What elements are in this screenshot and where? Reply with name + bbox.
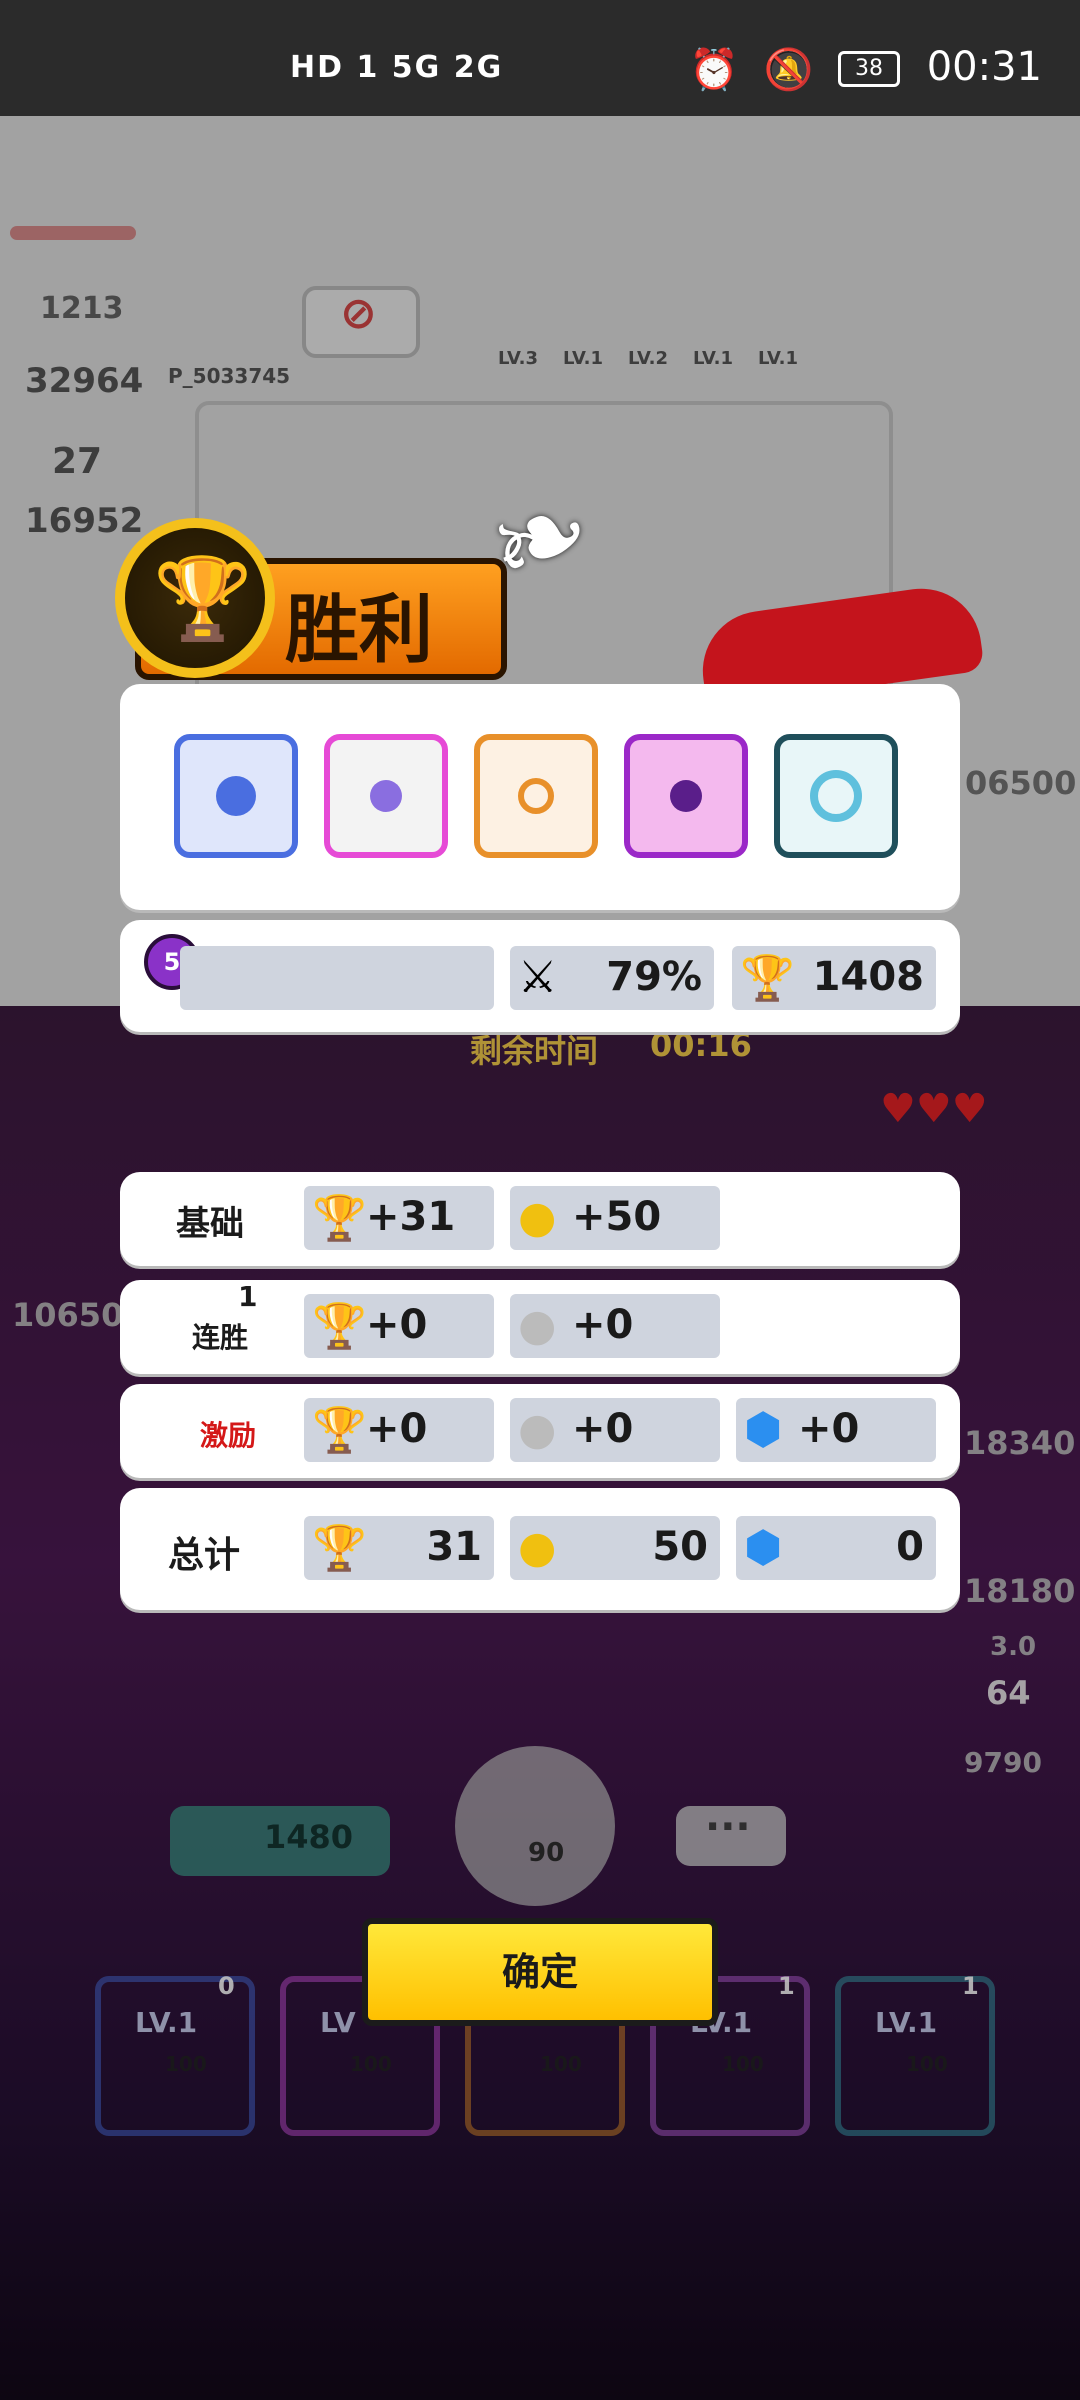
- streak-trophy-pill: 🏆 +0: [304, 1294, 494, 1358]
- reward-label-basic: 基础: [176, 1204, 244, 1244]
- confirm-button[interactable]: 确定: [362, 1918, 718, 2026]
- reward-row-streak: 连胜 1 🏆 +0 ● +0: [120, 1280, 960, 1374]
- victory-banner: 🏆 胜利: [75, 508, 507, 680]
- mute-icon: 🔕: [763, 46, 814, 93]
- trophy-total: 1408: [812, 954, 924, 1000]
- reward-label-streak: 连胜: [192, 1321, 249, 1354]
- streak-trophy-value: +0: [366, 1302, 428, 1348]
- trophy-medal-icon: 🏆: [115, 518, 275, 678]
- reward-row-total: 总计 🏆 31 ● 50 ⬢ 0: [120, 1488, 960, 1610]
- gem-icon: ⬢: [744, 1522, 783, 1573]
- bonus-gem-value: +0: [798, 1406, 860, 1452]
- win-rate-pill: ⚔ 79%: [510, 946, 714, 1010]
- coin-icon: ●: [518, 1192, 557, 1243]
- basic-trophy-pill: 🏆 +31: [304, 1186, 494, 1250]
- coin-icon: ●: [518, 1522, 557, 1573]
- coin-silver-icon: ●: [518, 1300, 557, 1351]
- bonus-gem-pill: ⬢ +0: [736, 1398, 936, 1462]
- dice-deck-panel: [120, 684, 960, 910]
- dice-magenta-arrow-pip: [670, 780, 702, 812]
- trophy-icon: 🏆: [740, 953, 795, 1004]
- dice-gear-blue: [174, 734, 298, 858]
- trophy-icon: 🏆: [312, 1193, 367, 1244]
- status-right: ⏰ 🔕 38 00:31: [689, 44, 1042, 93]
- streak-count: 1: [238, 1280, 258, 1313]
- dice-orange-target: [474, 734, 598, 858]
- trophy-silver-icon: 🏆: [312, 1301, 367, 1352]
- basic-trophy-value: +31: [366, 1194, 456, 1240]
- total-coin-pill: ● 50: [510, 1516, 720, 1580]
- total-trophy-pill: 🏆 31: [304, 1516, 494, 1580]
- dice-gear-blue-pip: [216, 776, 256, 816]
- stats-panel: 5 ⚔ 79% 🏆 1408: [120, 920, 960, 1032]
- dice-rainbow-pip: [370, 780, 402, 812]
- dice-magenta-arrow: [624, 734, 748, 858]
- victory-title: 胜利: [285, 587, 433, 673]
- coin-silver-icon: ●: [518, 1404, 557, 1455]
- basic-coin-value: +50: [572, 1194, 662, 1240]
- alarm-icon: ⏰: [688, 46, 739, 93]
- dice-ice-swirl-spiral: [810, 770, 862, 822]
- confirm-label: 确定: [501, 1950, 578, 1994]
- reward-row-bonus: 激励 🏆 +0 ● +0 ⬢ +0: [120, 1384, 960, 1478]
- network-indicators: HD 1 5G 2G: [290, 50, 504, 85]
- rank-progress-bar: [180, 946, 494, 1010]
- streak-coin-value: +0: [572, 1302, 634, 1348]
- reward-row-basic: 基础 🏆 +31 ● +50: [120, 1172, 960, 1266]
- bonus-trophy-value: +0: [366, 1406, 428, 1452]
- total-coin-value: 50: [652, 1524, 708, 1570]
- total-trophy-value: 31: [426, 1524, 482, 1570]
- clock: 00:31: [926, 44, 1042, 90]
- reward-label-bonus: 激励: [200, 1419, 257, 1452]
- trophy-pill: 🏆 1408: [732, 946, 936, 1010]
- gem-icon: ⬢: [744, 1404, 783, 1455]
- crossed-swords-icon: ⚔: [518, 952, 558, 1003]
- dice-ice-swirl: [774, 734, 898, 858]
- trophy-silver-icon: 🏆: [312, 1405, 367, 1456]
- total-gem-pill: ⬢ 0: [736, 1516, 936, 1580]
- bonus-trophy-pill: 🏆 +0: [304, 1398, 494, 1462]
- streak-coin-pill: ● +0: [510, 1294, 720, 1358]
- dice-orange-target-ring: [518, 778, 554, 814]
- win-rate-value: 79%: [606, 954, 702, 1000]
- reward-label-total: 总计: [168, 1535, 241, 1576]
- status-bar: HD 1 5G 2G ⏰ 🔕 38 00:31: [0, 0, 1080, 116]
- bonus-coin-pill: ● +0: [510, 1398, 720, 1462]
- bonus-coin-value: +0: [572, 1406, 634, 1452]
- dice-rainbow: [324, 734, 448, 858]
- trophy-icon: 🏆: [312, 1523, 367, 1574]
- basic-coin-pill: ● +50: [510, 1186, 720, 1250]
- battery-icon: 38: [838, 51, 900, 87]
- total-gem-value: 0: [896, 1524, 924, 1570]
